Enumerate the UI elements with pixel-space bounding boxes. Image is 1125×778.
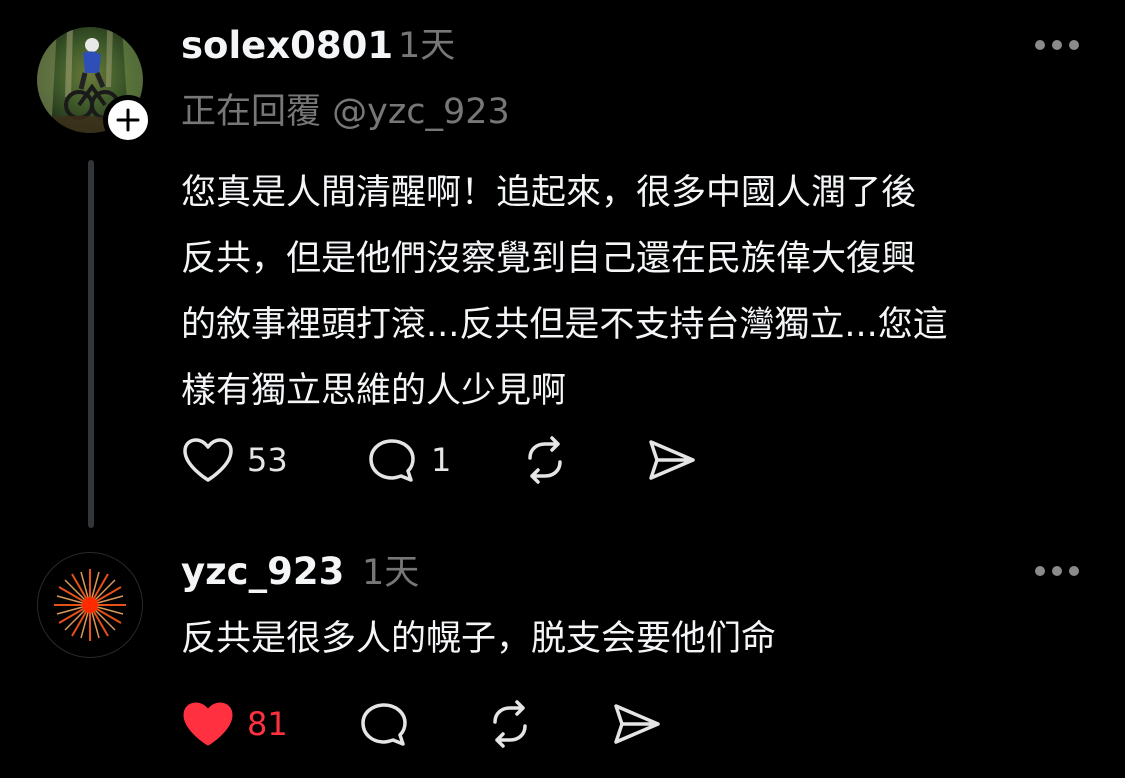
comment-body: 反共是很多人的幌子，脱支会要他们命 [181, 619, 777, 659]
share-button[interactable] [610, 700, 664, 748]
more-dot-icon [1052, 566, 1062, 576]
repost-icon [493, 700, 527, 748]
repost-button[interactable] [483, 700, 537, 748]
more-dot-icon [1069, 566, 1079, 576]
fireworks-photo-icon [54, 569, 126, 641]
more-options-button[interactable] [1035, 564, 1079, 578]
replying-to-label: 正在回覆 @yzc_923 [181, 92, 510, 132]
timestamp: 1天 [398, 26, 456, 66]
comment-icon [369, 439, 415, 482]
comment-button[interactable] [357, 700, 411, 748]
like-button[interactable]: 53 [181, 436, 288, 484]
comment-body-line: 的敘事裡頭打滾...反共但是不支持台灣獨立...您這 [181, 305, 948, 345]
like-count: 81 [247, 705, 288, 743]
repost-icon [528, 436, 562, 484]
avatar-yzc_923[interactable] [37, 552, 143, 658]
more-dot-icon [1069, 40, 1079, 50]
comment-body-line: 樣有獨立思維的人少見啊 [181, 371, 567, 411]
heart-outline-icon [183, 438, 233, 482]
follow-plus-button[interactable] [103, 95, 153, 145]
username[interactable]: solex0801 [181, 27, 393, 64]
comment-icon [361, 703, 407, 746]
comment-body-line: 反共，但是他們沒察覺到自己還在民族偉大復興 [181, 239, 917, 279]
comment-body-line: 您真是人間清醒啊！追起來，很多中國人潤了後 [181, 173, 917, 213]
reply-count: 1 [431, 441, 452, 479]
share-icon [649, 440, 695, 480]
share-icon [614, 704, 660, 744]
heart-filled-icon [183, 702, 233, 746]
repost-button[interactable] [518, 436, 572, 484]
like-button[interactable]: 81 [181, 700, 288, 748]
comment-button[interactable]: 1 [365, 436, 451, 484]
more-dot-icon [1035, 566, 1045, 576]
share-button[interactable] [645, 436, 699, 484]
thread-connector-line [88, 160, 94, 528]
comment-body: 您真是人間清醒啊！追起來，很多中國人潤了後 反共，但是他們沒察覺到自己還在民族偉… [181, 160, 1096, 424]
timestamp: 1天 [362, 553, 420, 593]
like-count: 53 [247, 441, 288, 479]
plus-icon [116, 108, 140, 132]
more-options-button[interactable] [1035, 38, 1079, 52]
more-dot-icon [1052, 40, 1062, 50]
more-dot-icon [1035, 40, 1045, 50]
username[interactable]: yzc_923 [181, 553, 344, 590]
